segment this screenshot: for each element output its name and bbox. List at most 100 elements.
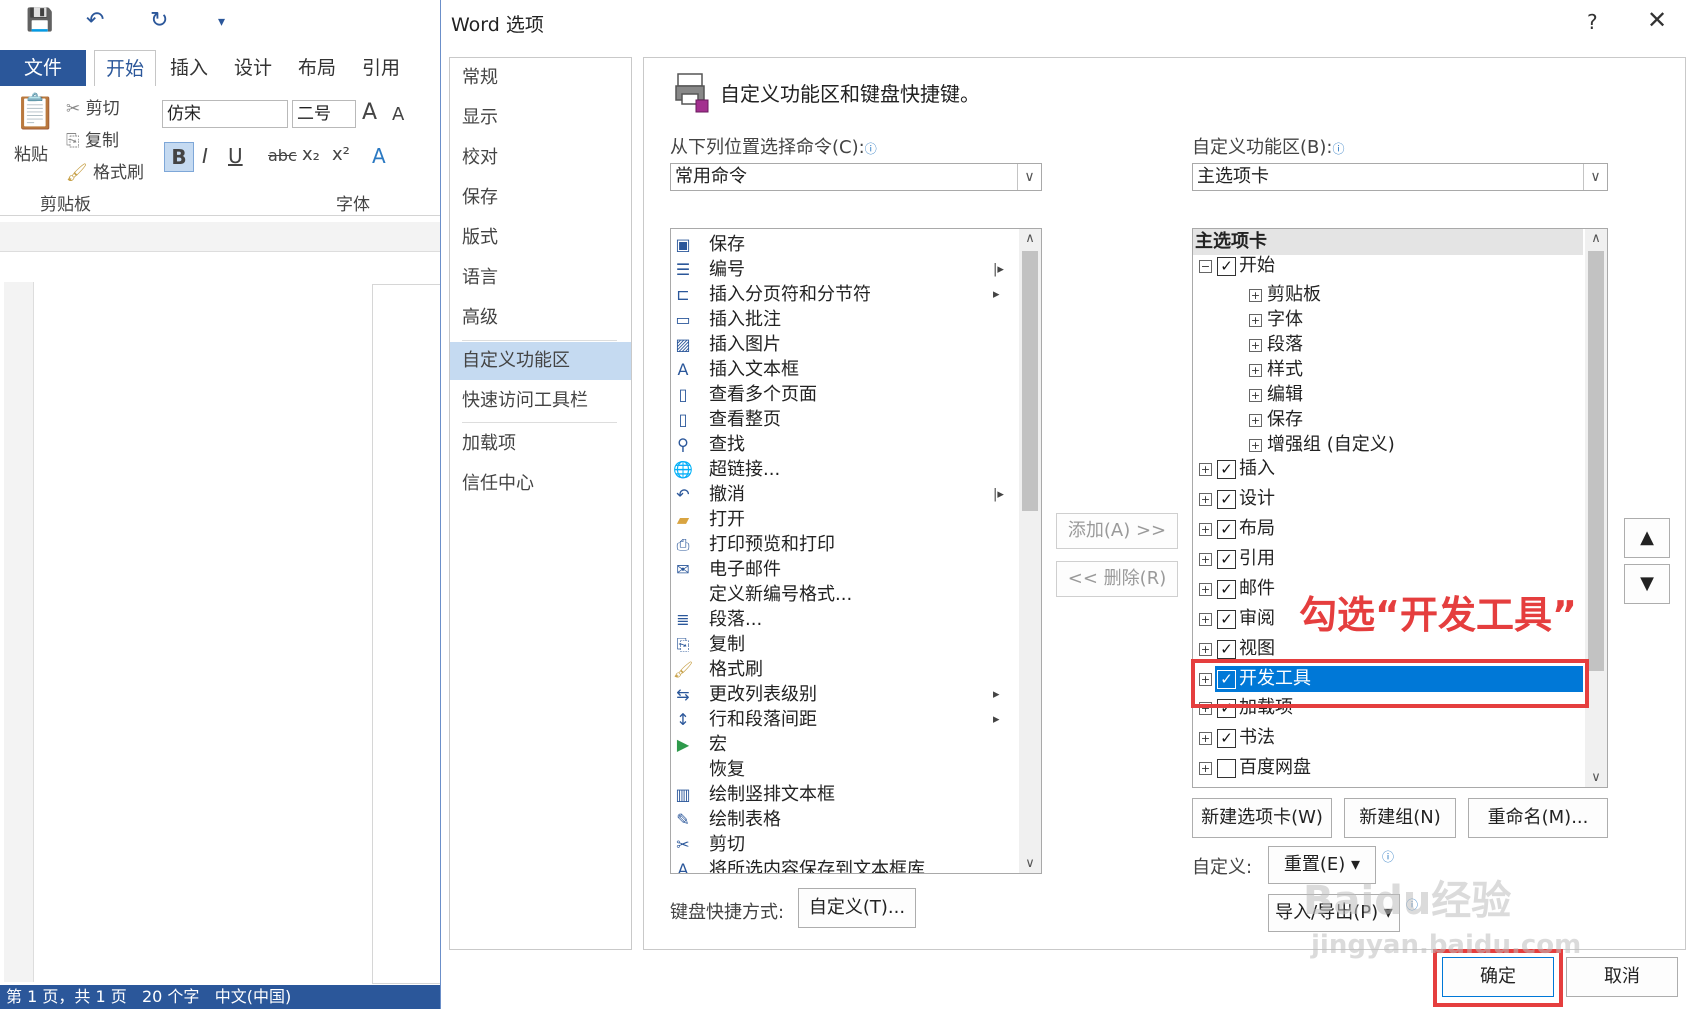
checkbox-checked[interactable]: ✓	[1217, 580, 1236, 599]
customize-ribbon-select[interactable]: 主选项卡 ∨	[1192, 163, 1608, 191]
chevron-up-icon[interactable]: ∧	[1585, 231, 1607, 246]
checkbox-checked[interactable]: ✓	[1217, 550, 1236, 569]
expand-icon[interactable]: +	[1199, 613, 1212, 626]
shrink-font-icon[interactable]: A	[392, 104, 404, 125]
nav-general[interactable]: 常规	[450, 59, 631, 97]
tree-item-calligraphy[interactable]: + ✓ 书法	[1193, 725, 1583, 751]
chevron-up-icon[interactable]: ∧	[1019, 231, 1041, 246]
chevron-down-icon[interactable]: ∨	[1019, 856, 1041, 871]
customize-qat-icon[interactable]: ▾	[218, 14, 225, 30]
commands-scrollbar[interactable]: ∧ ∨	[1019, 229, 1041, 873]
checkbox-checked[interactable]: ✓	[1217, 490, 1236, 509]
nav-language[interactable]: 语言	[450, 259, 631, 297]
keyboard-customize-button[interactable]: 自定义(T)...	[798, 888, 916, 928]
underline-icon[interactable]: U	[228, 144, 243, 168]
move-up-button[interactable]: ▲	[1624, 518, 1670, 558]
move-down-button[interactable]: ▼	[1624, 564, 1670, 604]
tab-insert[interactable]: 插入	[164, 50, 214, 86]
tree-item-references[interactable]: + ✓ 引用	[1193, 546, 1583, 572]
tree-group[interactable]: + 段落	[1193, 332, 1583, 358]
checkbox-checked[interactable]: ✓	[1217, 729, 1236, 748]
nav-advanced[interactable]: 高级	[450, 299, 631, 337]
add-button[interactable]: 添加(A) >>	[1056, 513, 1178, 549]
tree-item-baidu-netdisk[interactable]: + 百度网盘	[1193, 755, 1583, 781]
superscript-icon[interactable]: x²	[332, 144, 350, 165]
expand-icon[interactable]: +	[1199, 732, 1212, 745]
new-group-button[interactable]: 新建组(N)	[1344, 798, 1456, 838]
tree-item-design[interactable]: + ✓ 设计	[1193, 486, 1583, 512]
text-effects-icon[interactable]: A	[372, 144, 386, 168]
tree-group[interactable]: + 剪贴板	[1193, 282, 1583, 308]
italic-icon[interactable]: I	[202, 144, 208, 168]
checkbox-unchecked[interactable]	[1217, 759, 1236, 778]
expand-icon[interactable]: +	[1199, 523, 1212, 536]
tree-group[interactable]: + 字体	[1193, 307, 1583, 333]
expand-icon[interactable]: +	[1249, 314, 1262, 327]
format-painter-button[interactable]: 🖌 格式刷	[66, 158, 144, 183]
expand-icon[interactable]: +	[1199, 583, 1212, 596]
nav-add-ins[interactable]: 加载项	[450, 425, 631, 463]
choose-commands-select[interactable]: 常用命令 ∨	[670, 163, 1042, 191]
remove-button[interactable]: << 删除(R)	[1056, 561, 1178, 597]
nav-quick-access-toolbar[interactable]: 快速访问工具栏	[450, 382, 631, 420]
scrollbar-thumb[interactable]	[1022, 251, 1038, 511]
tree-group[interactable]: + 编辑	[1193, 382, 1583, 408]
tree-item-layout[interactable]: + ✓ 布局	[1193, 516, 1583, 542]
tab-design[interactable]: 设计	[228, 50, 278, 86]
cancel-button[interactable]: 取消	[1566, 957, 1678, 997]
checkbox-checked[interactable]: ✓	[1217, 520, 1236, 539]
language-status[interactable]: 中文(中国)	[215, 987, 292, 1006]
save-icon[interactable]: 💾	[26, 8, 53, 33]
chevron-down-icon[interactable]: ∨	[1585, 770, 1607, 785]
word-count[interactable]: 20 个字	[142, 987, 199, 1006]
expand-icon[interactable]: +	[1199, 463, 1212, 476]
expand-icon[interactable]: +	[1249, 339, 1262, 352]
expand-icon[interactable]: +	[1199, 493, 1212, 506]
nav-trust-center[interactable]: 信任中心	[450, 465, 631, 503]
redo-icon[interactable]: ↻	[150, 8, 168, 33]
font-size-select[interactable]: 二号	[292, 100, 356, 128]
undo-icon[interactable]: ↶	[86, 8, 104, 33]
grow-font-icon[interactable]: A	[362, 100, 377, 125]
split-arrow-icon[interactable]: |▸	[993, 257, 1004, 282]
expand-icon[interactable]: +	[1199, 643, 1212, 656]
bold-icon[interactable]: B	[164, 142, 194, 172]
split-arrow-icon[interactable]: |▸	[993, 482, 1004, 507]
checkbox-checked[interactable]: ✓	[1217, 610, 1236, 629]
paste-button[interactable]: 粘贴	[14, 140, 48, 165]
new-tab-button[interactable]: 新建选项卡(W)	[1192, 798, 1332, 838]
page-count[interactable]: 第 1 页，共 1 页	[6, 987, 127, 1006]
checkbox-checked[interactable]: ✓	[1217, 640, 1236, 659]
paste-icon[interactable]: 📋	[14, 92, 56, 132]
checkbox-checked[interactable]: ✓	[1217, 460, 1236, 479]
document-page[interactable]	[372, 284, 440, 984]
help-button[interactable]: ?	[1587, 10, 1598, 34]
tab-layout[interactable]: 布局	[292, 50, 342, 86]
subscript-icon[interactable]: x₂	[302, 144, 320, 165]
nav-layout[interactable]: 版式	[450, 219, 631, 257]
tree-item-insert[interactable]: + ✓ 插入	[1193, 456, 1583, 482]
tree-group[interactable]: + 保存	[1193, 407, 1583, 433]
tab-home[interactable]: 开始	[94, 50, 156, 86]
expand-icon[interactable]: +	[1249, 414, 1262, 427]
tree-group[interactable]: + 增强组 (自定义)	[1193, 432, 1583, 458]
tab-references[interactable]: 引用	[356, 50, 406, 86]
nav-save[interactable]: 保存	[450, 179, 631, 217]
expand-icon[interactable]: +	[1249, 389, 1262, 402]
expand-icon[interactable]: +	[1249, 289, 1262, 302]
tree-group[interactable]: + 样式	[1193, 357, 1583, 383]
copy-button[interactable]: ⎘ 复制	[66, 126, 119, 151]
nav-customize-ribbon[interactable]: 自定义功能区	[450, 342, 631, 380]
expand-icon[interactable]: +	[1199, 762, 1212, 775]
strikethrough-icon[interactable]: abc	[268, 146, 297, 165]
expand-icon[interactable]: +	[1199, 553, 1212, 566]
cut-button[interactable]: ✂ 剪切	[66, 94, 120, 119]
expand-icon[interactable]: +	[1249, 364, 1262, 377]
nav-display[interactable]: 显示	[450, 99, 631, 137]
checkbox-checked[interactable]: ✓	[1217, 257, 1236, 276]
nav-proofing[interactable]: 校对	[450, 139, 631, 177]
tree-item-home[interactable]: − ✓ 开始	[1193, 253, 1583, 279]
rename-button[interactable]: 重命名(M)...	[1468, 798, 1608, 838]
close-icon[interactable]: ✕	[1647, 6, 1667, 34]
commands-list[interactable]: ▣ 保存 ☰ 编号 |▸ ⊏ 插入分页符和分节符 ▸ ▭ 插入批注 ▨ 插入图片 A 插入文本框…	[670, 228, 1042, 874]
